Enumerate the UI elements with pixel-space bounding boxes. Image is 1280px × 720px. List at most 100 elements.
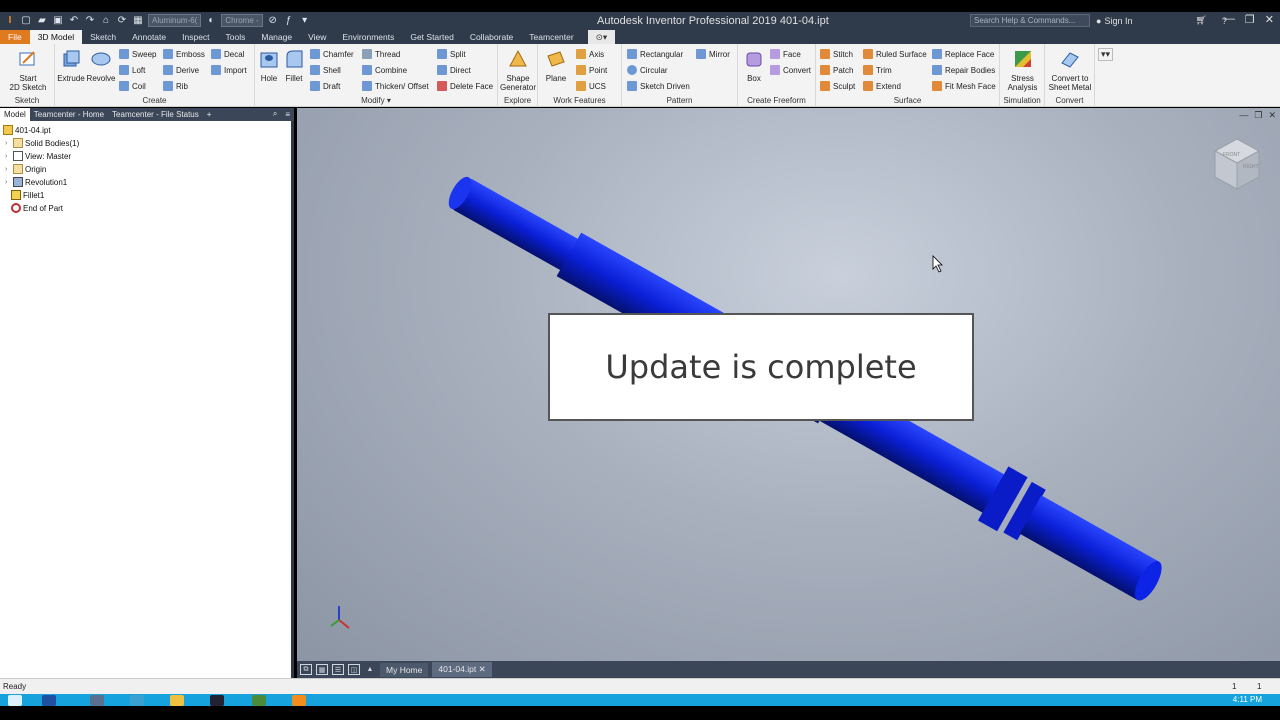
convert-to-sheet-metal-button[interactable]: Convert to Sheet Metal (1045, 48, 1095, 92)
tab-my-home[interactable]: My Home (380, 662, 429, 677)
tab-get-started[interactable]: Get Started (402, 30, 461, 44)
thread-button[interactable]: Thread (362, 48, 400, 60)
server-manager-icon[interactable] (90, 695, 104, 706)
cart-icon[interactable]: 🛒︎ (1195, 15, 1206, 26)
tab-teamcenter-file-status[interactable]: Teamcenter - File Status (108, 107, 203, 121)
appearance-combo[interactable]: Chrome - (221, 14, 263, 27)
tab-document[interactable]: 401-04.ipt ✕ (432, 662, 492, 677)
help-search-input[interactable]: Search Help & Commands... (970, 14, 1090, 27)
decal-button[interactable]: Decal (211, 48, 244, 60)
extend-button[interactable]: Extend (863, 80, 901, 92)
tab-manage[interactable]: Manage (253, 30, 300, 44)
tab-tools[interactable]: Tools (218, 30, 254, 44)
expand-icon[interactable]: › (5, 153, 11, 160)
thicken-offset-button[interactable]: Thicken/ Offset (362, 80, 429, 92)
tile-icon[interactable]: ▦ (316, 664, 328, 675)
shell-button[interactable]: Shell (310, 64, 341, 76)
ucs-button[interactable]: UCS (576, 80, 606, 92)
open-icon[interactable]: ▰ (36, 15, 48, 27)
tree-item-fillet1[interactable]: Fillet1 (11, 190, 44, 200)
chamfer-button[interactable]: Chamfer (310, 48, 354, 60)
new-icon[interactable]: ▢ (20, 15, 32, 27)
tree-item-origin[interactable]: › Origin (5, 164, 46, 174)
tree-item-end-of-part[interactable]: End of Part (11, 203, 63, 213)
hole-button[interactable]: Hole (257, 48, 281, 83)
stress-analysis-button[interactable]: Stress Analysis (1000, 48, 1045, 92)
tab-collaborate[interactable]: Collaborate (462, 30, 521, 44)
graphics-viewport[interactable]: — ❐ ✕ FRONT RIGHT Update is complete (297, 108, 1280, 661)
terminal-icon[interactable] (210, 695, 224, 706)
replace-face-button[interactable]: Replace Face (932, 48, 994, 60)
expand-icon[interactable]: › (5, 166, 11, 173)
minimize-icon[interactable]: — (1224, 13, 1235, 26)
select-icon[interactable]: ▦ (132, 15, 144, 27)
derive-button[interactable]: Derive (163, 64, 199, 76)
shape-generator-button[interactable]: Shape Generator (498, 48, 538, 92)
home-icon[interactable]: ⌂ (100, 15, 112, 27)
close-icon[interactable]: ✕ (1265, 13, 1274, 26)
tab-model[interactable]: Model (0, 107, 30, 121)
tab-environments[interactable]: Environments (334, 30, 402, 44)
delete-face-button[interactable]: Delete Face (437, 80, 493, 92)
add-tab-icon[interactable]: + (202, 107, 216, 121)
tab-inspect[interactable]: Inspect (174, 30, 217, 44)
trim-button[interactable]: Trim (863, 64, 892, 76)
axis-button[interactable]: Axis (576, 48, 604, 60)
import-button[interactable]: Import (211, 64, 247, 76)
combine-button[interactable]: Combine (362, 64, 407, 76)
plane-button[interactable]: Plane (542, 48, 570, 83)
tab-overflow-icon[interactable]: ⊙▾ (587, 30, 616, 44)
parameters-icon[interactable]: ƒ (283, 15, 295, 27)
ribbon-options-icon[interactable]: ▾▾ (1098, 48, 1114, 61)
emboss-button[interactable]: Emboss (163, 48, 205, 60)
tile-vertical-icon[interactable]: ◫ (348, 664, 360, 675)
mirror-button[interactable]: Mirror (696, 48, 730, 60)
tab-file[interactable]: File (0, 30, 30, 44)
tab-view[interactable]: View (300, 30, 334, 44)
extrude-button[interactable]: Extrude (56, 48, 86, 83)
sculpt-button[interactable]: Sculpt (820, 80, 855, 92)
coil-button[interactable]: Coil (119, 80, 146, 92)
cascade-icon[interactable]: ⧉ (300, 664, 312, 675)
patch-button[interactable]: Patch (820, 64, 853, 76)
face-button[interactable]: Face (770, 48, 801, 60)
direct-button[interactable]: Direct (437, 64, 471, 76)
rectangular-button[interactable]: Rectangular (627, 48, 683, 60)
repair-bodies-button[interactable]: Repair Bodies (932, 64, 995, 76)
customize-icon[interactable]: ▾ (299, 15, 311, 27)
start-2d-sketch-button[interactable]: Start 2D Sketch (8, 48, 48, 92)
document-menu-icon[interactable]: ▲ (364, 664, 376, 675)
update-icon[interactable]: ⟳ (116, 15, 128, 27)
revolve-button[interactable]: Revolve (86, 48, 116, 83)
convert-freeform-button[interactable]: Convert (770, 64, 811, 76)
close-tab-icon[interactable]: ✕ (479, 664, 486, 674)
tree-item-solid-bodies[interactable]: › Solid Bodies(1) (5, 138, 79, 148)
rib-button[interactable]: Rib (163, 80, 188, 92)
save-icon[interactable]: ▣ (52, 15, 64, 27)
start-icon[interactable] (8, 695, 22, 706)
stitch-button[interactable]: Stitch (820, 48, 853, 60)
browser-icon[interactable] (130, 695, 144, 706)
fit-mesh-face-button[interactable]: Fit Mesh Face (932, 80, 996, 92)
tree-item-part[interactable]: 401-04.ipt (3, 125, 51, 135)
box-button[interactable]: Box (740, 48, 768, 83)
sweep-button[interactable]: Sweep (119, 48, 156, 60)
ruled-surface-button[interactable]: Ruled Surface (863, 48, 927, 60)
clear-appearance-icon[interactable]: ⊘ (267, 15, 279, 27)
modify-group-label[interactable]: Modify ▾ (255, 96, 497, 105)
circular-button[interactable]: Circular (627, 64, 668, 76)
tab-teamcenter[interactable]: Teamcenter (521, 30, 581, 44)
tab-3d-model[interactable]: 3D Model (29, 30, 83, 44)
app-icon[interactable] (252, 695, 266, 706)
split-button[interactable]: Split (437, 48, 466, 60)
point-button[interactable]: Point (576, 64, 607, 76)
draft-button[interactable]: Draft (310, 80, 340, 92)
undo-icon[interactable]: ↶ (68, 15, 80, 27)
expand-icon[interactable]: › (5, 140, 11, 147)
inventor-taskbar-icon[interactable] (292, 695, 306, 706)
fillet-button[interactable]: Fillet (282, 48, 306, 83)
expand-icon[interactable]: › (5, 179, 11, 186)
tree-item-view-master[interactable]: › View: Master (5, 151, 71, 161)
appearance-icon[interactable]: ◐ (205, 15, 217, 27)
tab-teamcenter-home[interactable]: Teamcenter - Home (29, 107, 109, 121)
